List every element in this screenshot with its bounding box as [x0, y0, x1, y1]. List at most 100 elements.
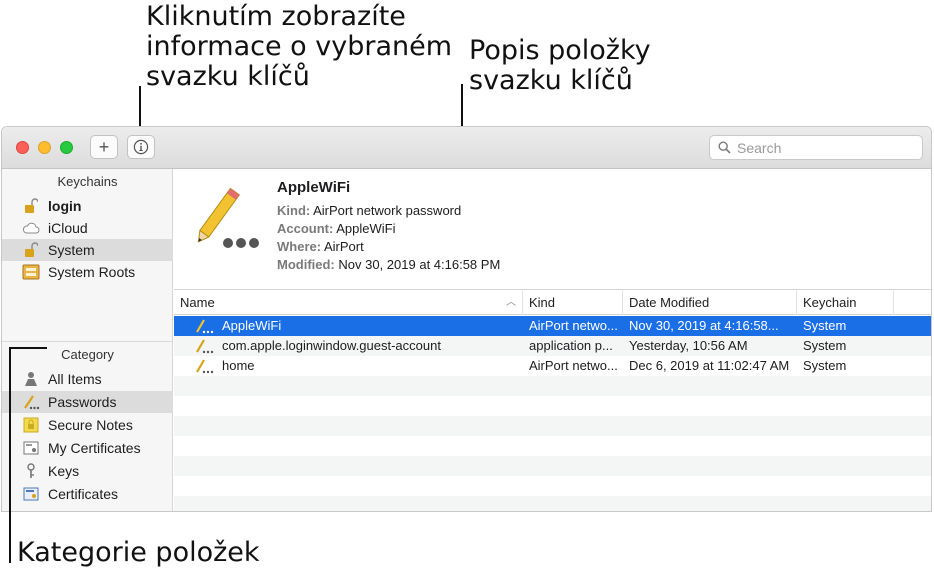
password-icon	[196, 339, 214, 354]
where-row: Where: AirPort	[277, 239, 364, 254]
empty-row	[174, 436, 931, 456]
sidebar-item-passwords[interactable]: Passwords	[2, 391, 173, 413]
key-icon	[22, 462, 40, 480]
callout-description-line: svazku klíčů	[469, 65, 633, 96]
cell-kind: AirPort netwo...	[529, 318, 618, 333]
unlocked-padlock-icon	[22, 241, 40, 259]
cell-keychain: System	[803, 358, 847, 373]
table-row[interactable]: AppleWiFi AirPort netwo... Nov 30, 2019 …	[174, 316, 931, 336]
table-row[interactable]: com.apple.loginwindow.guest-account appl…	[174, 336, 931, 356]
item-detail: AppleWiFi Kind: AirPort network password…	[174, 169, 931, 289]
category-title: Category	[61, 347, 114, 362]
keychain-window: + Keychains	[1, 126, 932, 512]
kind-row: Kind: AirPort network password	[277, 203, 461, 218]
sidebar-item-system[interactable]: System	[2, 239, 173, 261]
column-header-label: Name	[180, 295, 215, 310]
zoom-button[interactable]	[60, 141, 73, 154]
callout-info-line: svazku klíčů	[146, 61, 310, 92]
sidebar-item-icloud[interactable]: iCloud	[2, 217, 173, 239]
people-icon	[22, 370, 40, 388]
sidebar-divider[interactable]	[2, 341, 173, 342]
sidebar: Keychains login iCloud System System Roo…	[2, 169, 173, 511]
password-icon	[196, 359, 214, 374]
kind-value: AirPort network password	[313, 203, 462, 218]
sort-ascending-icon: ︿	[506, 297, 516, 308]
empty-row	[174, 416, 931, 436]
column-header-kind[interactable]: Kind	[523, 290, 623, 315]
cell-name: com.apple.loginwindow.guest-account	[222, 338, 441, 353]
cloud-icon	[22, 219, 40, 237]
cell-date-modified: Nov 30, 2019 at 4:16:58...	[629, 318, 779, 333]
sidebar-item-label: My Certificates	[48, 440, 141, 456]
column-header-date-modified[interactable]: Date Modified	[623, 290, 797, 315]
items-table: Name ︿ Kind Date Modified Keychain Apple…	[174, 289, 931, 511]
cell-date-modified: Yesterday, 10:56 AM	[629, 338, 748, 353]
sidebar-item-label: System Roots	[48, 264, 136, 280]
sidebar-item-all-items[interactable]: All Items	[2, 368, 173, 390]
sidebar-item-secure-notes[interactable]: Secure Notes	[2, 414, 173, 436]
sidebar-item-label: Secure Notes	[48, 417, 133, 433]
minimize-button[interactable]	[38, 141, 51, 154]
add-button[interactable]: +	[90, 135, 118, 159]
close-button[interactable]	[16, 141, 29, 154]
password-icon	[22, 393, 40, 411]
sidebar-item-label: Certificates	[48, 486, 119, 502]
callout-description: Popis položky svazku klíčů	[469, 36, 651, 96]
toolbar: +	[2, 127, 931, 169]
modified-label: Modified:	[277, 257, 335, 272]
my-certificate-icon	[22, 439, 40, 457]
sidebar-item-system-roots[interactable]: System Roots	[2, 261, 173, 283]
empty-row	[174, 396, 931, 416]
item-title: AppleWiFi	[277, 179, 351, 196]
modified-value: Nov 30, 2019 at 4:16:58 PM	[338, 257, 501, 272]
cell-keychain: System	[803, 338, 847, 353]
sidebar-item-label: Keys	[48, 463, 80, 479]
table-header: Name ︿ Kind Date Modified Keychain	[174, 289, 931, 315]
callout-categories-leader	[9, 347, 47, 349]
where-value: AirPort	[323, 239, 364, 254]
search-field[interactable]	[709, 135, 923, 160]
column-header-name[interactable]: Name ︿	[174, 290, 523, 315]
callout-info-line: Kliknutím zobrazíte	[146, 1, 406, 32]
search-input[interactable]	[737, 139, 917, 156]
secure-note-icon	[22, 416, 40, 434]
info-button[interactable]	[127, 135, 155, 159]
unlocked-padlock-icon	[22, 197, 40, 215]
callout-info: Kliknutím zobrazíte informace o vybraném…	[146, 2, 452, 92]
account-value: AppleWiFi	[336, 221, 396, 236]
cell-keychain: System	[803, 318, 847, 333]
where-label: Where:	[277, 239, 322, 254]
sidebar-item-label: login	[48, 198, 82, 214]
sidebar-item-my-certificates[interactable]: My Certificates	[2, 437, 173, 459]
info-icon	[133, 139, 149, 155]
cell-name: home	[222, 358, 255, 373]
stage: Kliknutím zobrazíte informace o vybraném…	[0, 0, 934, 577]
cabinet-icon	[22, 263, 40, 281]
cell-date-modified: Dec 6, 2019 at 11:02:47 AM	[629, 358, 790, 373]
empty-row	[174, 496, 931, 511]
account-row: Account: AppleWiFi	[277, 221, 396, 236]
callout-description-line: Popis položky	[469, 35, 651, 66]
kind-label: Kind:	[277, 203, 311, 218]
column-header-keychain[interactable]: Keychain	[797, 290, 894, 315]
sidebar-item-certificates[interactable]: Certificates	[2, 483, 173, 505]
search-icon	[718, 141, 731, 154]
empty-row	[174, 376, 931, 396]
callout-categories: Kategorie položek	[17, 538, 260, 568]
cell-kind: application p...	[529, 338, 613, 353]
empty-row	[174, 476, 931, 496]
callout-categories-line: Kategorie položek	[17, 537, 260, 568]
account-label: Account:	[277, 221, 334, 236]
sidebar-item-label: System	[48, 242, 95, 258]
callout-categories-leader	[9, 347, 11, 563]
sidebar-item-keys[interactable]: Keys	[2, 460, 173, 482]
sidebar-item-login[interactable]: login	[2, 195, 173, 217]
table-row[interactable]: home AirPort netwo... Dec 6, 2019 at 11:…	[174, 356, 931, 376]
keychains-title: Keychains	[57, 174, 118, 189]
sidebar-item-label: iCloud	[48, 220, 88, 236]
cell-name: AppleWiFi	[222, 318, 282, 333]
password-icon	[197, 187, 259, 248]
callout-info-line: informace o vybraném	[146, 31, 453, 62]
modified-row: Modified: Nov 30, 2019 at 4:16:58 PM	[277, 257, 500, 272]
sidebar-item-label: All Items	[48, 371, 102, 387]
